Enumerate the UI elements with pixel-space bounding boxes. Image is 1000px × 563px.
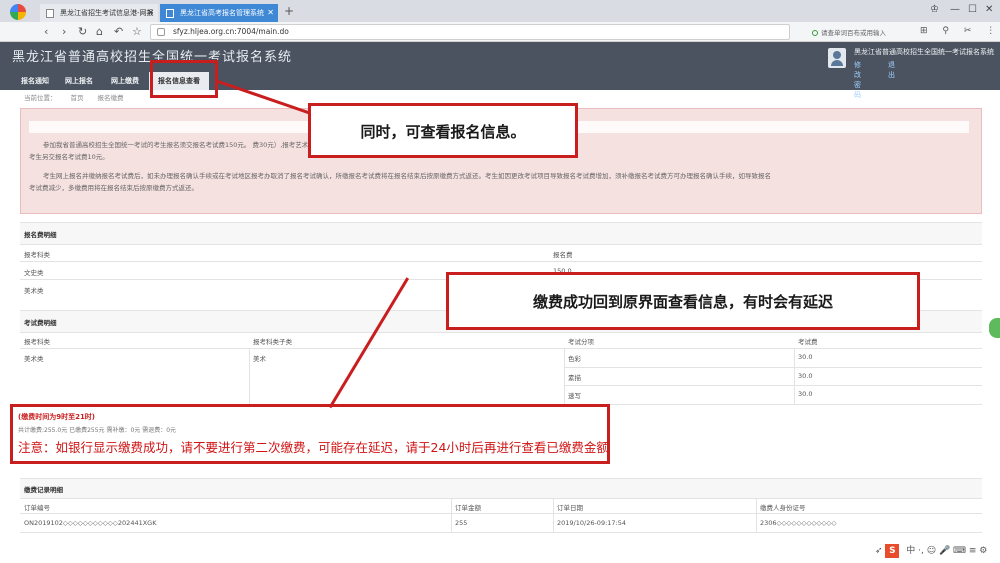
browser-tab-label: 黑龙江省招生考试信息港-网报 [60,9,154,17]
divider [20,244,982,245]
annotation-callout-mid: 缴费成功回到原界面查看信息，有时会有延迟 [446,272,920,330]
browser-tabstrip: 黑龙江省招生考试信息港-网报 ✕ 黑龙江省高考报名管理系统 ✕ + ♔ — ☐ … [0,0,1000,22]
exam-row-fee: 30.0 [798,390,813,398]
exam-row-item: 速写 [568,392,581,400]
new-tab-button[interactable]: + [284,4,294,18]
change-password-link[interactable]: 修改密码 [854,60,861,100]
records-row-id: 2306◇◇◇◇◇◇◇◇◇◇◇◇ [760,519,837,527]
divider [20,532,982,533]
divider [564,367,982,368]
browser-logo-icon [10,4,26,20]
breadcrumb: 当前位置： 首页 报名缴费 [24,92,138,102]
exam-row-fee: 30.0 [798,372,813,380]
fee-header-amount: 报名费 [553,251,573,259]
close-window-icon[interactable]: ✕ [985,4,993,15]
floating-widget-icon[interactable] [989,318,1000,338]
exam-header-item: 考试分项 [568,338,594,346]
input-method-icon[interactable]: S [885,544,900,558]
annotation-callout-top: 同时，可查看报名信息。 [308,103,578,158]
system-tray: ➶ S 中 ·, ☺ 🎤 ⌨ ≡ ⚙ [875,543,987,558]
breadcrumb-home[interactable]: 首页 [71,94,84,102]
records-header-amount: 订单金额 [455,504,481,512]
divider [451,498,452,532]
lock-icon [157,28,165,36]
annotation-text: 同时，可查看报名信息。 [360,123,526,141]
records-row-order-no: ON2019102◇◇◇◇◇◇◇◇◇◇◇202441XGK [24,519,157,527]
toolbar-extension-icons[interactable]: ⊞ ⚲ ✂ ⋮ ⋯ [920,26,1000,36]
browser-toolbar: ‹ › ↻ ⌂ ↶ ☆ sfyz.hljea.org.cn:7004/main.… [0,22,1000,42]
exam-row-item: 素描 [568,374,581,382]
url-text: sfyz.hljea.org.cn:7004/main.do [173,27,289,36]
close-icon[interactable]: ✕ [267,4,274,22]
undo-icon[interactable]: ↶ [114,25,123,38]
fee-header-category: 报考科类 [24,251,50,259]
records-row-date: 2019/10/26-09:17:54 [557,519,627,527]
records-header-bg [20,478,982,498]
breadcrumb-current: 报名缴费 [97,94,124,102]
page-icon [46,9,54,18]
breadcrumb-label: 当前位置： [24,94,57,102]
fee-row-category: 文史类 [24,269,44,277]
close-icon[interactable]: ✕ [147,4,154,22]
divider [249,348,250,404]
annotation-frame-view-tab [150,60,218,98]
nav-tab-payment[interactable]: 网上缴费 [102,72,148,90]
address-bar[interactable]: sfyz.hljea.org.cn:7004/main.do [150,24,790,40]
annotation-connector [328,277,410,409]
divider [756,498,757,532]
search-box[interactable]: 请查单词百布或用输入 [812,27,886,37]
exam-row-fee: 30.0 [798,353,813,361]
search-placeholder: 请查单词百布或用输入 [821,29,886,37]
records-header-id: 缴费人身份证号 [760,504,806,512]
forward-icon[interactable]: › [62,25,66,38]
exam-row-item: 色彩 [568,355,581,363]
notice-text: 考生网上报名并缴纳报名考试费后，如未办理报名确认手续或在考试地区报考办取消了报名… [43,172,771,180]
annotation-text: 缴费成功回到原界面查看信息，有时会有延迟 [532,293,833,311]
cursor-icon: ➶ [875,546,883,556]
logout-link[interactable]: 退出 [888,60,895,80]
shirt-icon[interactable]: ♔ [930,4,939,15]
divider [564,385,982,386]
records-header-order-no: 订单编号 [24,504,50,512]
avatar [828,48,846,68]
divider [20,261,982,262]
exam-row-category: 美术类 [24,355,44,363]
divider [20,498,982,499]
back-icon[interactable]: ‹ [44,25,48,38]
divider [20,513,982,514]
divider [564,348,565,404]
fee-row-category: 美术类 [24,287,44,295]
exam-header-fee: 考试费 [798,338,818,346]
refresh-icon[interactable]: ↻ [78,25,87,38]
annotation-frame-payment [10,404,610,464]
divider [20,332,982,333]
exam-header-category: 报考科类 [24,338,50,346]
records-row-amount: 255 [455,519,468,527]
maximize-icon[interactable]: ☐ [968,4,977,15]
minimize-icon[interactable]: — [950,4,960,15]
fee-table-title: 报名费明细 [24,231,57,239]
tray-status[interactable]: 中 ·, ☺ 🎤 ⌨ ≡ ⚙ [906,546,987,556]
divider [20,348,982,349]
exam-row-subcategory: 美术 [253,355,266,363]
divider [553,498,554,532]
star-icon[interactable]: ☆ [132,25,142,38]
exam-table-title: 考试费明细 [24,319,57,327]
nav-tab-notice[interactable]: 报名通知 [12,72,58,90]
user-name: 黑龙江省普通高校招生全国统一考试报名系统 [854,48,994,56]
notice-text: 考试费减少，多缴费用将在报名结束后按原缴费方式返还。 [29,184,198,192]
fee-table-header-bg [20,222,982,244]
browser-tab-system[interactable]: 黑龙江省高考报名管理系统 ✕ [160,4,278,22]
browser-tab-info[interactable]: 黑龙江省招生考试信息港-网报 ✕ [40,4,158,22]
records-title: 缴费记录明细 [24,486,63,494]
search-icon [812,30,818,36]
browser-tab-label: 黑龙江省高考报名管理系统 [180,9,264,17]
home-icon[interactable]: ⌂ [96,25,103,38]
page-icon [166,9,174,18]
exam-header-subcategory: 报考科类子类 [253,338,292,346]
nav-tab-register[interactable]: 网上报名 [56,72,102,90]
records-header-date: 订单日期 [557,504,583,512]
divider [794,348,795,404]
